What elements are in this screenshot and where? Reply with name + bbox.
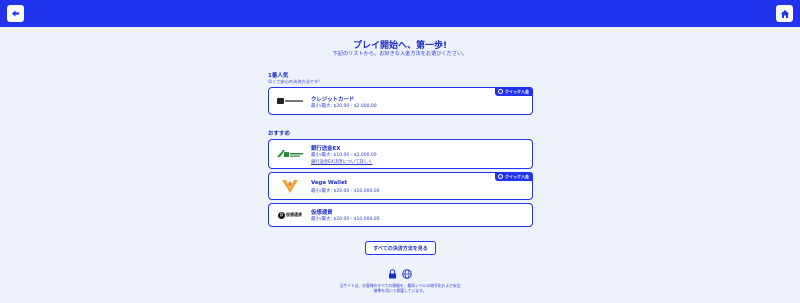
clock-icon — [498, 89, 503, 94]
bank-transfer-info-link[interactable]: 銀行送金EX決済について詳しく — [311, 159, 372, 165]
back-arrow-icon — [11, 10, 20, 17]
quick-deposit-badge: クイック入金 — [495, 87, 533, 96]
recommended-section-label: おすすめ — [268, 131, 291, 137]
back-button[interactable] — [7, 5, 24, 22]
payment-card-bank-transfer[interactable]: 銀行送金EX 最小/最大: $10.00 - $2,000.00 銀行送金EX決… — [268, 139, 533, 169]
crypto-logo: ₿ 仮想通貨 — [278, 211, 302, 219]
payment-name: クレジットカード — [311, 97, 355, 103]
top-bar — [0, 0, 800, 27]
payment-name: 仮想通貨 — [311, 210, 333, 216]
payment-limit: 最小/最大: $20.00 - $2,000.00 — [311, 104, 377, 109]
page-subtitle: 下記のリストから、お好きな入金方法をお選びください。 — [332, 51, 468, 57]
payment-name: 銀行送金EX — [311, 146, 341, 152]
security-notice: 当サイトは、お客様のすべての情報を、最高レベルの暗号化および安全 基準を用いて保… — [339, 283, 461, 293]
credit-card-logo — [275, 93, 305, 109]
view-all-methods-button[interactable]: すべての決済方法を見る — [365, 241, 436, 255]
home-icon — [780, 9, 789, 18]
security-icons — [388, 268, 414, 279]
popular-section-sub: 早くて安心の決済方法です! — [268, 79, 320, 84]
home-button[interactable] — [776, 5, 793, 22]
payment-limit: 最小/最大: $10.00 - $2,000.00 — [311, 153, 377, 158]
lock-icon — [389, 268, 396, 278]
payment-name: Vega Wallet — [311, 180, 348, 186]
payment-limit: 最小/最大: $20.00 - $10,000.00 — [311, 217, 380, 222]
security-globe-icon — [402, 268, 412, 279]
vega-wallet-logo — [275, 178, 305, 194]
bitcoin-icon: ₿ — [278, 211, 285, 219]
bank-transfer-logo — [275, 146, 305, 162]
payment-card-crypto[interactable]: ₿ 仮想通貨 仮想通貨 最小/最大: $20.00 - $10,000.00 — [268, 203, 533, 227]
payment-card-credit-card[interactable]: クレジットカード 最小/最大: $20.00 - $2,000.00 クイック入… — [268, 87, 533, 115]
quick-deposit-badge: クイック入金 — [495, 172, 533, 181]
payment-card-vega-wallet[interactable]: Vega Wallet 最小/最大: $20.00 - $10,000.00 ク… — [268, 172, 533, 200]
clock-icon — [498, 174, 503, 179]
payment-limit: 最小/最大: $20.00 - $10,000.00 — [311, 189, 380, 194]
popular-section-label: 1番人気 — [268, 73, 289, 79]
